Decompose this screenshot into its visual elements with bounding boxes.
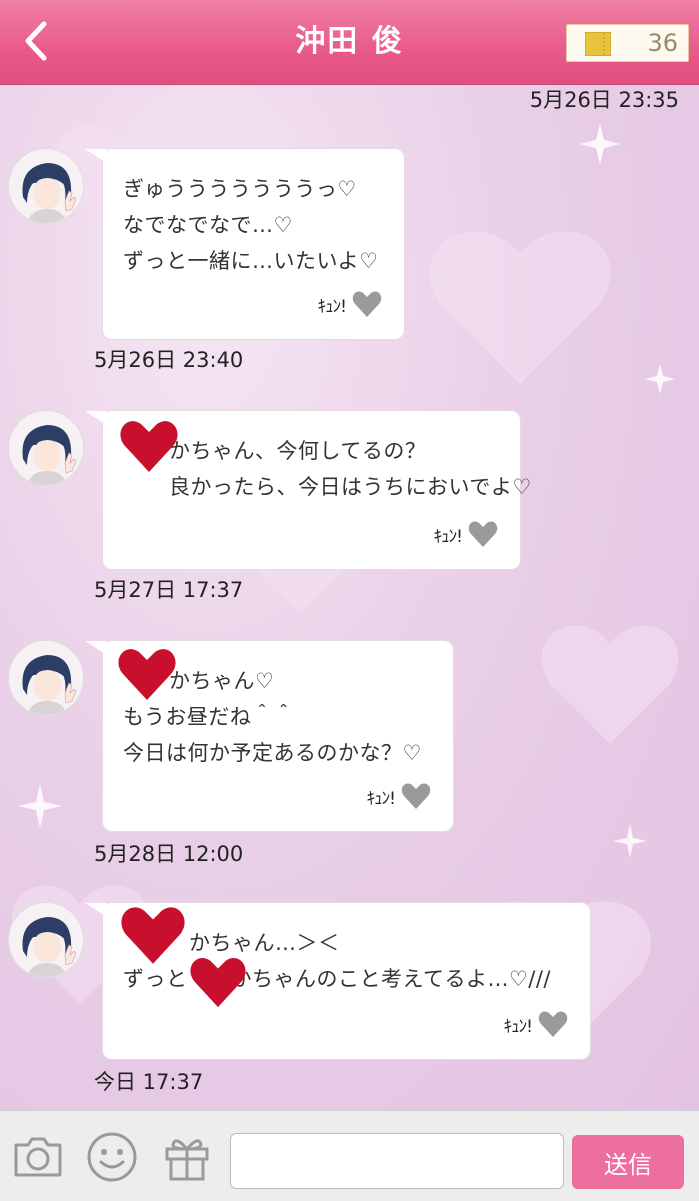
avatar[interactable] (8, 640, 84, 716)
ticket-count: 36 (647, 29, 678, 57)
ticket-counter[interactable]: 36 (566, 24, 689, 62)
header-bar: 沖田 俊 36 (0, 0, 699, 85)
avatar-image (9, 149, 83, 223)
heart-icon (401, 783, 431, 809)
send-button[interactable]: 送信 (572, 1135, 684, 1189)
gift-button[interactable] (162, 1131, 212, 1187)
back-button[interactable] (14, 18, 60, 64)
bubble-tail (85, 149, 107, 163)
redaction-heart-icon (118, 649, 176, 700)
avatar[interactable] (8, 902, 84, 978)
avatar-image (9, 903, 83, 977)
message-text: ぎゅうううううううっ♡ なでなでなで…♡ ずっと一緒に…いたいよ♡ (123, 177, 379, 273)
kyun-button[interactable]: ｷｭﾝ! (318, 289, 382, 319)
bubble-tail (85, 411, 107, 425)
camera-icon (14, 1137, 62, 1177)
back-arrow-icon (25, 21, 47, 61)
heart-icon (468, 521, 498, 547)
stamp-button[interactable] (86, 1131, 138, 1187)
avatar[interactable] (8, 148, 84, 224)
timestamp: 今日 17:37 (94, 1070, 204, 1094)
redaction-heart-icon (121, 907, 185, 964)
kyun-label: ｷｭﾝ! (433, 526, 463, 547)
kyun-label: ｷｭﾝ! (503, 1016, 533, 1037)
heart-icon (352, 291, 382, 317)
message-composer: 送信 (0, 1110, 699, 1201)
kyun-button[interactable]: ｷｭﾝ! (434, 519, 498, 549)
camera-button[interactable] (12, 1131, 64, 1185)
timestamp: 5月27日 17:37 (94, 578, 244, 602)
redaction-heart-icon (120, 421, 178, 472)
timestamp: 5月26日 23:40 (94, 348, 244, 372)
message-bubble: ぎゅうううううううっ♡ なでなでなで…♡ ずっと一緒に…いたいよ♡ ｷｭﾝ! (85, 148, 405, 340)
ticket-icon (585, 32, 611, 56)
redaction-heart-icon (190, 957, 246, 1008)
timestamp: 5月28日 12:00 (94, 842, 244, 866)
avatar-image (9, 411, 83, 485)
message-text: かちゃん、今何してるの？ 良かったら、今日はうちにおいでよ♡ (169, 439, 532, 499)
kyun-button[interactable]: ｷｭﾝ! (367, 781, 431, 811)
gift-icon (165, 1139, 209, 1181)
message-input[interactable] (230, 1133, 564, 1189)
smiley-icon (87, 1132, 137, 1182)
kyun-label: ｷｭﾝ! (366, 788, 396, 809)
bubble-tail (85, 903, 107, 917)
kyun-label: ｷｭﾝ! (317, 296, 347, 317)
kyun-button[interactable]: ｷｭﾝ! (504, 1009, 568, 1039)
heart-icon (538, 1011, 568, 1037)
timestamp: 5月26日 23:35 (529, 88, 679, 112)
bubble-tail (85, 641, 107, 655)
avatar-image (9, 641, 83, 715)
avatar[interactable] (8, 410, 84, 486)
